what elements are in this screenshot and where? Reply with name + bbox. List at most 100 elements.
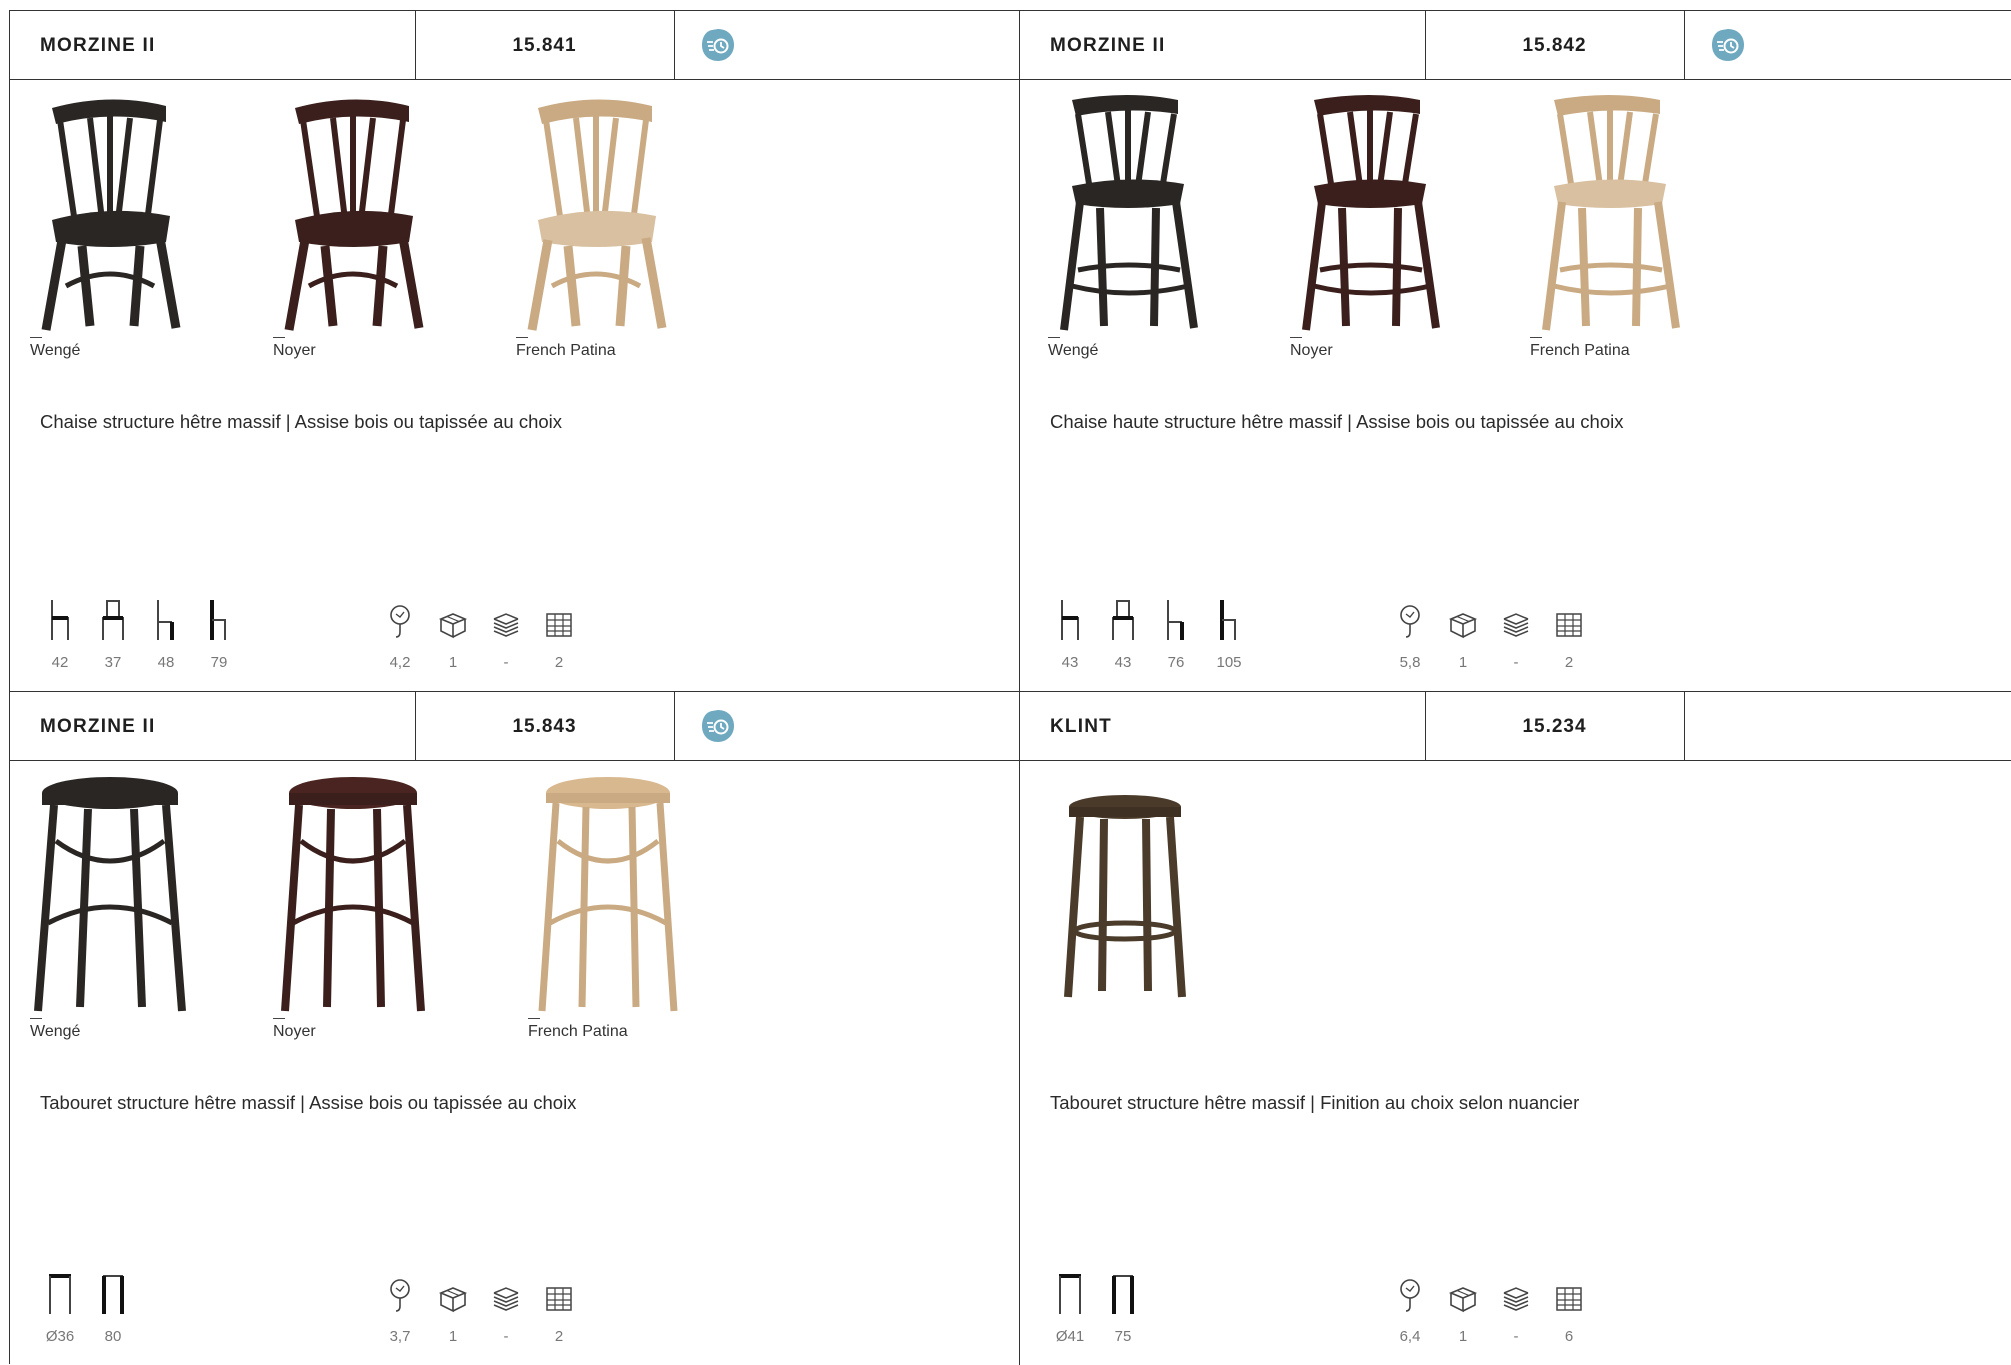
spec-pallet: 2: [539, 610, 579, 671]
weight-icon: [390, 1279, 410, 1312]
chair-image: [284, 99, 424, 331]
product-reference: 15.842: [1522, 35, 1587, 56]
stack-icon: [493, 613, 519, 637]
spec-pallet: 2: [1549, 610, 1589, 671]
product-name: MORZINE II: [40, 716, 156, 737]
pallet-icon: [1556, 613, 1582, 637]
spec-stacking: -: [486, 1284, 526, 1345]
variant-label: Wengé: [30, 342, 81, 359]
stool-image: [538, 777, 678, 1012]
variant-label: French Patina: [516, 342, 616, 359]
dimension-total-height: 105: [1209, 600, 1249, 671]
card-header: MORZINE II 15.843: [10, 692, 1019, 761]
stack-icon: [493, 1287, 519, 1311]
variant-photos: Wengé Noyer French Patina: [10, 80, 1019, 380]
product-card-15842: MORZINE II 15.842 Wengé Noyer French Pat…: [1020, 11, 2011, 692]
spec-weight: 4,2: [380, 604, 420, 671]
spec-box: 1: [1443, 1284, 1483, 1345]
product-description: Chaise haute structure hêtre massif | As…: [1050, 411, 1624, 432]
stack-icon: [1503, 1287, 1529, 1311]
height-icon: [1112, 1275, 1134, 1314]
product-description: Chaise structure hêtre massif | Assise b…: [40, 411, 563, 432]
dimension-height: 80: [93, 1274, 133, 1345]
dimension-diameter: Ø41: [1050, 1274, 1090, 1345]
stack-icon: [1503, 613, 1529, 637]
product-card-15234: KLINT 15.234 Tabouret structure hêtre ma…: [1020, 692, 2011, 1365]
fast-delivery-icon: [702, 29, 734, 61]
stool-image: [34, 777, 186, 1012]
total-height-icon: [210, 600, 226, 640]
specifications: 4,2 1 - 2: [380, 591, 600, 671]
weight-icon: [1400, 1279, 1420, 1312]
product-card-15841: MORZINE II 15.841 Wengé Noyer French Pat…: [10, 11, 1020, 692]
chair-image: [527, 99, 667, 331]
dimensions: Ø36 80: [40, 1265, 300, 1345]
pallet-icon: [546, 1287, 572, 1311]
product-description: Tabouret structure hêtre massif | Assise…: [40, 1092, 577, 1113]
fast-delivery-icon: [1712, 29, 1744, 61]
spec-box: 1: [1443, 610, 1483, 671]
height-icon: [102, 1275, 124, 1314]
spec-stacking: -: [1496, 610, 1536, 671]
product-sheet-grid: MORZINE II 15.841 Wengé Noyer French Pat…: [9, 10, 2011, 1365]
dimension-depth: 37: [93, 600, 133, 671]
spec-stacking: -: [1496, 1284, 1536, 1345]
spec-box: 1: [433, 1284, 473, 1345]
dimension-total-height: 79: [199, 600, 239, 671]
product-reference: 15.841: [512, 35, 577, 56]
dimensions: Ø41 75: [1050, 1265, 1310, 1345]
depth-icon: [1112, 600, 1134, 640]
variant-noyer: Noyer: [273, 771, 463, 1041]
product-reference: 15.234: [1522, 716, 1587, 737]
width-icon: [1167, 600, 1184, 640]
chair-image: [41, 99, 181, 331]
card-header: KLINT 15.234: [1020, 692, 2011, 761]
spec-pallet: 2: [539, 1284, 579, 1345]
dimension-depth: 43: [1103, 600, 1143, 671]
variant-french-patina: French Patina: [516, 90, 706, 360]
dimension-seat-height: 42: [40, 600, 80, 671]
variant-french-patina: French Patina: [1530, 90, 1720, 360]
seat-height-icon: [51, 600, 69, 640]
dimension-height: 75: [1103, 1274, 1143, 1345]
depth-icon: [102, 600, 124, 640]
dimension-seat-height: 43: [1050, 600, 1090, 671]
variant-noyer: Noyer: [1290, 90, 1480, 360]
product-name: KLINT: [1050, 716, 1112, 737]
width-icon: [157, 600, 174, 640]
weight-icon: [1400, 605, 1420, 638]
seat-height-icon: [1061, 600, 1079, 640]
fast-delivery-icon: [702, 710, 734, 742]
specifications: 3,7 1 - 2: [380, 1265, 600, 1345]
stool-image: [1064, 795, 1186, 998]
spec-weight: 6,4: [1390, 1278, 1430, 1345]
product-card-15843: MORZINE II 15.843 Wengé Noyer French Pat…: [10, 692, 1020, 1365]
spec-pallet: 6: [1549, 1284, 1589, 1345]
variant-photos: Wengé Noyer French Patina: [10, 761, 1019, 1061]
diameter-icon: [1059, 1274, 1081, 1314]
variant-noyer: Noyer: [273, 90, 463, 360]
box-icon: [438, 613, 468, 639]
bar-chair-image: [1542, 95, 1680, 331]
variant-photos: Wengé Noyer French Patina: [1020, 80, 2011, 380]
pallet-icon: [546, 613, 572, 637]
stool-image: [281, 777, 425, 1012]
product-name: MORZINE II: [40, 35, 156, 56]
dimensions: 43 43 76 105: [1050, 591, 1310, 671]
variant-french-patina: French Patina: [528, 771, 718, 1041]
box-icon: [438, 1287, 468, 1313]
weight-icon: [390, 605, 410, 638]
bar-chair-image: [1302, 95, 1440, 331]
bar-chair-image: [1060, 95, 1198, 331]
box-icon: [1448, 1287, 1478, 1313]
spec-weight: 3,7: [380, 1278, 420, 1345]
variant-wenge: Wengé: [30, 90, 220, 360]
variant-wenge: Wengé: [1048, 90, 1238, 360]
dimension-width: 76: [1156, 600, 1196, 671]
spec-weight: 5,8: [1390, 604, 1430, 671]
product-photo: [1060, 791, 1250, 1001]
variant-photos: [1020, 761, 2011, 1061]
card-header: MORZINE II 15.841: [10, 11, 1019, 80]
dimension-diameter: Ø36: [40, 1274, 80, 1345]
total-height-icon: [1220, 600, 1236, 640]
